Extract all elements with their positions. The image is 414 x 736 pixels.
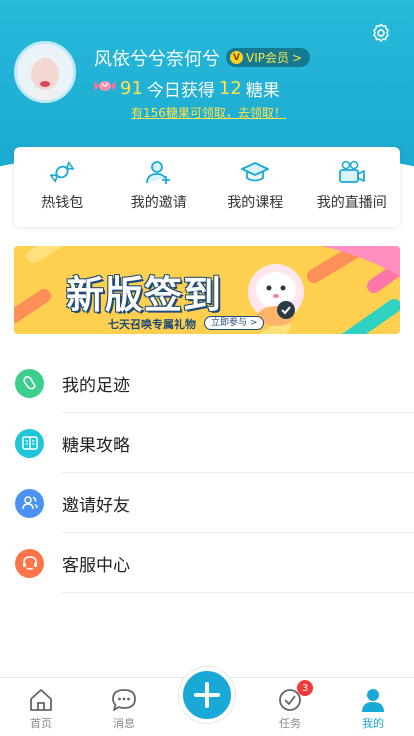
list-item-label: 我的足迹 [62, 375, 130, 396]
list-item-label: 糖果攻略 [62, 435, 130, 456]
tab-label: 消息 [113, 717, 135, 730]
quick-item-live-room[interactable]: 我的直播间 [304, 147, 401, 227]
tasks-badge: 3 [297, 680, 313, 696]
plus-icon [194, 682, 220, 708]
list-item-candy-guide[interactable]: 糖果攻略 [0, 413, 414, 473]
list-item-customer-service[interactable]: 客服中心 [0, 533, 414, 593]
vip-chevron-icon: > [292, 50, 303, 65]
quick-item-invites[interactable]: 我的邀请 [111, 147, 208, 227]
user-add-icon [144, 158, 174, 186]
list-item-label: 客服中心 [62, 555, 130, 576]
tab-label: 首页 [30, 717, 52, 730]
tab-home[interactable]: 首页 [6, 686, 76, 731]
tab-messages[interactable]: 消息 [89, 686, 159, 731]
checkin-banner[interactable]: 新版签到 七天召唤专属礼物 立即参与 > [14, 246, 400, 334]
settings-gear-icon[interactable] [370, 22, 392, 44]
banner-title: 新版签到 [66, 273, 223, 317]
candy-wallet-icon [47, 158, 77, 186]
list-item-invite-friends[interactable]: 邀请好友 [0, 473, 414, 533]
quick-item-wallet[interactable]: 热钱包 [14, 147, 111, 227]
tab-label: 我的 [362, 717, 384, 730]
today-count: 12 [218, 78, 242, 99]
home-icon [27, 686, 55, 714]
quick-item-courses[interactable]: 我的课程 [207, 147, 304, 227]
book-icon [15, 428, 44, 458]
divider [62, 592, 414, 593]
tab-label: 任务 [279, 717, 301, 730]
banner-subtitle: 七天召唤专属礼物 [108, 318, 196, 331]
banner-join-button[interactable]: 立即参与 > [204, 316, 265, 330]
video-camera-icon [337, 158, 367, 186]
quick-menu-card: 热钱包 我的邀请 我的课程 我的直播间 [14, 147, 400, 227]
chat-bubble-icon [110, 686, 138, 714]
avatar[interactable] [14, 41, 76, 103]
vip-label: VIP会员 [246, 51, 289, 65]
vip-badge[interactable]: V VIP会员 > [226, 48, 311, 67]
candy-count: 91 [120, 78, 143, 99]
username: 风依兮兮奈何兮 [94, 49, 220, 70]
create-plus-button[interactable] [179, 667, 235, 723]
today-suffix: 糖果 [245, 81, 280, 101]
quick-item-label: 我的直播间 [316, 195, 387, 211]
footprint-icon [15, 368, 44, 398]
task-check-icon: 3 [276, 680, 313, 714]
menu-list: 我的足迹 糖果攻略 邀请好友 客服中心 [0, 353, 414, 593]
user-profile-icon [359, 686, 387, 714]
tab-mine[interactable]: 我的 [338, 686, 408, 731]
graduation-cap-icon [240, 158, 270, 186]
vip-v-icon: V [230, 51, 243, 64]
list-item-footprints[interactable]: 我的足迹 [0, 353, 414, 413]
candy-icon [94, 77, 116, 100]
quick-item-label: 我的邀请 [130, 195, 187, 211]
candy-stats: 91 今日获得 12 糖果 [94, 76, 280, 101]
headset-icon [15, 548, 44, 578]
quick-item-label: 我的课程 [227, 195, 284, 211]
list-item-label: 邀请好友 [62, 495, 130, 516]
tab-tasks[interactable]: 3 任务 [255, 680, 325, 731]
today-prefix: 今日获得 [146, 81, 215, 101]
claim-candy-link[interactable]: 有156糖果可领取，去领取！ [131, 104, 286, 121]
users-icon [15, 488, 44, 518]
quick-item-label: 热钱包 [41, 195, 84, 211]
